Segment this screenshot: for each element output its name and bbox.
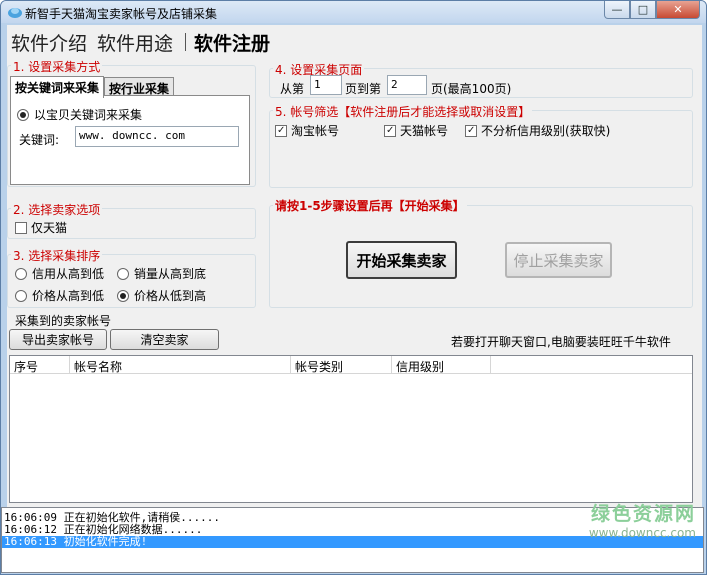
page-limit-label: 页(最高100页) [431, 82, 512, 96]
taobao-account-checkbox[interactable]: 淘宝帐号 [275, 122, 339, 139]
results-label: 采集到的卖家帐号 [15, 314, 112, 328]
sort-price-asc-label: 价格从低到高 [134, 289, 207, 303]
to-page-label: 页到第 [345, 82, 382, 96]
sort-price-desc-label: 价格从高到低 [32, 289, 105, 303]
keyword-mode-label: 以宝贝关键词来采集 [34, 108, 143, 122]
keyword-mode-option[interactable]: 以宝贝关键词来采集 [17, 106, 142, 123]
column-account-type[interactable]: 帐号类别 [291, 356, 392, 374]
nav-divider [185, 33, 187, 51]
radio-icon [17, 109, 29, 121]
checkbox-icon [384, 125, 396, 137]
sort-sales-desc[interactable]: 销量从高到底 [117, 265, 206, 282]
minimize-icon[interactable]: — [604, 1, 630, 19]
client-area: 软件介绍 软件用途 软件注册 1. 设置采集方式 按关键词来采集 按行业采集 以… [1, 25, 704, 573]
tmall-only-checkbox[interactable]: 仅天猫 [15, 219, 67, 236]
sort-price-desc[interactable]: 价格从高到低 [15, 287, 104, 304]
column-account-name[interactable]: 帐号名称 [70, 356, 291, 374]
start-hint-label: 请按1-5步骤设置后再【开始采集】 [273, 197, 467, 214]
watermark: 绿色资源网 www.downcc.com [589, 499, 696, 540]
keyword-label: 关键词: [19, 133, 60, 147]
sort-price-asc[interactable]: 价格从低到高 [117, 287, 206, 304]
keyword-tab-panel: 以宝贝关键词来采集 关键词: www. downcc. com [10, 95, 250, 185]
top-nav: 软件介绍 软件用途 软件注册 [11, 29, 280, 55]
from-page-label: 从第 [280, 82, 305, 96]
export-sellers-button[interactable]: 导出卖家帐号 [9, 329, 107, 350]
stop-collect-button[interactable]: 停止采集卖家 [505, 242, 612, 278]
app-window: 新智手天猫淘宝卖家帐号及店铺采集 — □ ✕ 软件介绍 软件用途 软件注册 1.… [0, 0, 707, 575]
start-group [269, 205, 693, 308]
checkbox-icon [465, 125, 477, 137]
skip-credit-checkbox[interactable]: 不分析信用级别(获取快) [465, 122, 610, 139]
sort-sales-desc-label: 销量从高到底 [134, 267, 207, 281]
radio-icon [117, 268, 129, 280]
start-collect-button[interactable]: 开始采集卖家 [346, 241, 457, 279]
collect-mode-label: 1. 设置采集方式 [11, 58, 103, 75]
column-credit-level[interactable]: 信用级别 [392, 356, 491, 374]
maximize-icon[interactable]: □ [630, 1, 656, 19]
seller-option-label: 2. 选择卖家选项 [11, 201, 103, 218]
close-icon[interactable]: ✕ [656, 1, 700, 19]
sort-credit-desc[interactable]: 信用从高到低 [15, 265, 104, 282]
tab-keyword[interactable]: 按关键词来采集 [10, 76, 105, 98]
nav-usage[interactable]: 软件用途 [97, 29, 173, 56]
sort-label: 3. 选择采集排序 [11, 247, 103, 264]
sort-credit-desc-label: 信用从高到低 [32, 267, 105, 281]
skip-credit-label: 不分析信用级别(获取快) [481, 124, 611, 138]
keyword-input[interactable]: www. downcc. com [75, 126, 239, 147]
seller-list-header: 序号 帐号名称 帐号类别 信用级别 [10, 356, 692, 374]
radio-icon [117, 290, 129, 302]
account-filter-label: 5. 帐号筛选【软件注册后才能选择或取消设置】 [273, 103, 533, 120]
radio-icon [15, 268, 27, 280]
window-title: 新智手天猫淘宝卖家帐号及店铺采集 [25, 7, 218, 21]
checkbox-icon [275, 125, 287, 137]
clear-sellers-button[interactable]: 清空卖家 [110, 329, 219, 350]
checkbox-icon [15, 222, 27, 234]
seller-list[interactable]: 序号 帐号名称 帐号类别 信用级别 [9, 355, 693, 503]
watermark-url: www.downcc.com [588, 526, 696, 540]
from-page-input[interactable]: 1 [310, 75, 342, 95]
nav-intro[interactable]: 软件介绍 [11, 29, 87, 56]
tmall-account-label: 天猫帐号 [400, 124, 449, 138]
to-page-input[interactable]: 2 [387, 75, 427, 95]
chat-hint: 若要打开聊天窗口,电脑要装旺旺千牛软件 [451, 335, 671, 349]
title-bar[interactable]: 新智手天猫淘宝卖家帐号及店铺采集 — □ ✕ [1, 1, 706, 23]
app-logo-icon [8, 8, 22, 18]
watermark-name: 绿色资源网 [590, 503, 696, 525]
tmall-only-label: 仅天猫 [31, 221, 68, 235]
radio-icon [15, 290, 27, 302]
column-index[interactable]: 序号 [10, 356, 70, 374]
nav-register[interactable]: 软件注册 [194, 29, 270, 56]
tmall-account-checkbox[interactable]: 天猫帐号 [384, 122, 448, 139]
taobao-account-label: 淘宝帐号 [291, 124, 340, 138]
